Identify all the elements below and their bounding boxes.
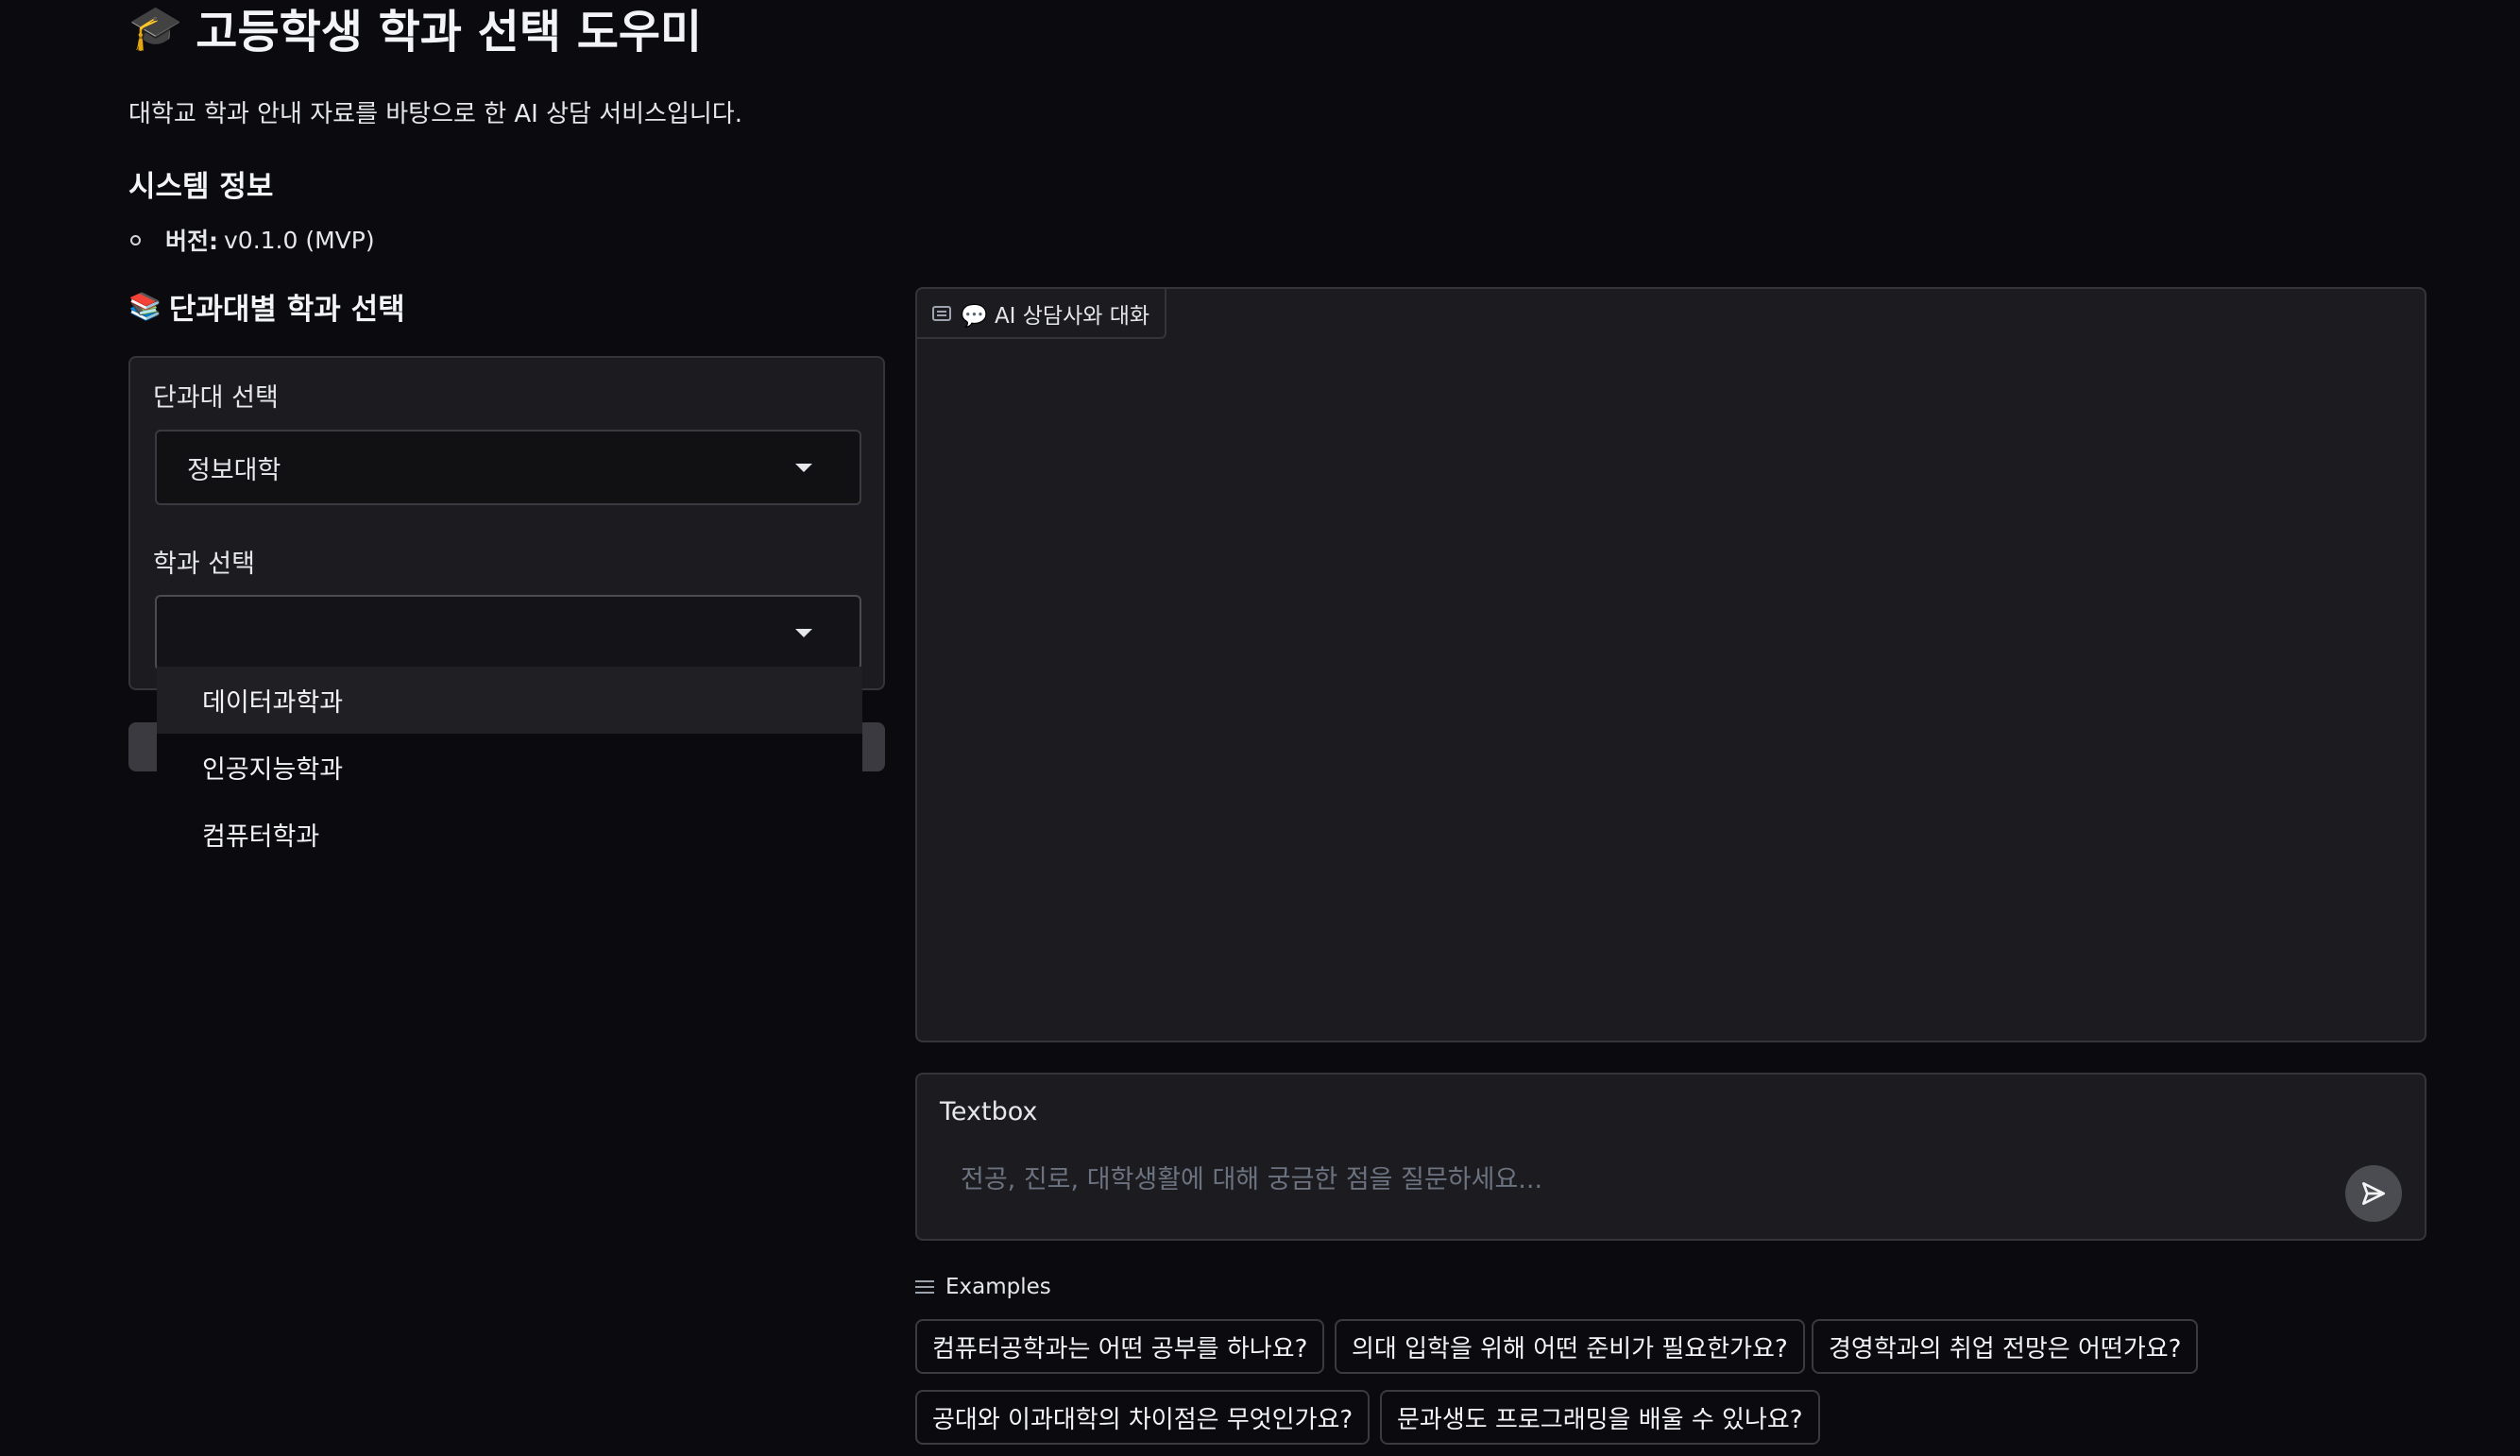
example-button[interactable]: 경영학과의 취업 전망은 어떤가요? <box>1812 1319 2199 1374</box>
example-button[interactable]: 문과생도 프로그래밍을 배울 수 있나요? <box>1380 1390 1820 1445</box>
graduation-cap-icon: 🎓 <box>128 1 183 53</box>
selection-heading-text: 단과대별 학과 선택 <box>168 293 405 327</box>
college-selected-value: 정보대학 <box>187 455 281 485</box>
selection-panel: 단과대 선택 정보대학 학과 선택 <box>128 356 885 690</box>
example-button[interactable]: 의대 입학을 위해 어떤 준비가 필요한가요? <box>1335 1319 1805 1374</box>
department-option[interactable]: 데이터과학과 <box>157 667 862 734</box>
send-button[interactable] <box>2345 1165 2402 1222</box>
version-value: v0.1.0 (MVP) <box>224 226 375 254</box>
selection-heading: 📚 단과대별 학과 선택 <box>128 285 405 328</box>
examples-header-text: Examples <box>945 1275 1051 1299</box>
textbox-label: Textbox <box>940 1097 1038 1126</box>
chat-icon <box>932 305 951 321</box>
system-info-heading: 시스템 정보 <box>128 170 274 204</box>
chatbot-panel: 💬 AI 상담사와 대화 <box>915 287 2426 1042</box>
app-page: 🎓 고등학생 학과 선택 도우미 대학교 학과 안내 자료를 바탕으로 한 AI… <box>0 0 2520 1456</box>
page-subtitle: 대학교 학과 안내 자료를 바탕으로 한 AI 상담 서비스입니다. <box>128 100 742 128</box>
list-icon <box>915 1279 934 1295</box>
books-icon: 📚 <box>128 291 162 322</box>
example-button[interactable]: 컴퓨터공학과는 어떤 공부를 하나요? <box>915 1319 1325 1374</box>
college-dropdown[interactable]: 정보대학 <box>155 430 861 505</box>
message-textbox: Textbox <box>915 1073 2426 1241</box>
department-options-list: 데이터과학과 인공지능학과 컴퓨터학과 <box>157 667 862 869</box>
bullet-icon <box>130 234 141 245</box>
chevron-down-icon <box>795 629 812 637</box>
version-label: 버전: <box>165 228 218 255</box>
chatbot-label: 💬 AI 상담사와 대화 <box>917 289 1167 339</box>
version-item: 버전: v0.1.0 (MVP) <box>128 223 375 257</box>
department-option[interactable]: 인공지능학과 <box>157 734 862 801</box>
examples-header: Examples <box>915 1275 1051 1299</box>
department-label: 학과 선택 <box>153 550 255 579</box>
send-icon <box>2362 1182 2385 1205</box>
message-input[interactable] <box>961 1165 2283 1194</box>
chevron-down-icon <box>795 464 812 472</box>
chatbot-label-text: 💬 AI 상담사와 대화 <box>961 303 1150 329</box>
page-title: 🎓 고등학생 학과 선택 도우미 <box>128 0 702 59</box>
example-button[interactable]: 공대와 이과대학의 차이점은 무엇인가요? <box>915 1390 1371 1445</box>
page-title-text: 고등학생 학과 선택 도우미 <box>196 6 703 59</box>
department-dropdown[interactable] <box>155 595 861 670</box>
department-option[interactable]: 컴퓨터학과 <box>157 801 862 868</box>
college-label: 단과대 선택 <box>153 383 279 413</box>
